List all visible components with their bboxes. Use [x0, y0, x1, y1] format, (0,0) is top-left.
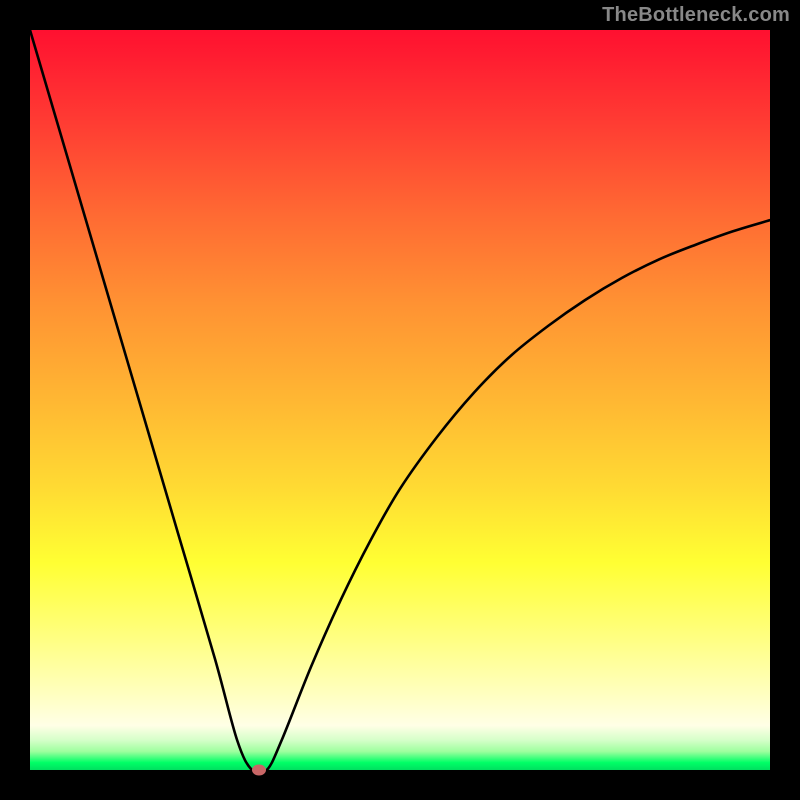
bottleneck-marker: [252, 765, 266, 776]
plot-area: [30, 30, 770, 770]
chart-frame: TheBottleneck.com: [0, 0, 800, 800]
bottleneck-curve-path: [30, 30, 770, 770]
attribution-text: TheBottleneck.com: [602, 4, 790, 27]
curve-svg: [30, 30, 770, 770]
